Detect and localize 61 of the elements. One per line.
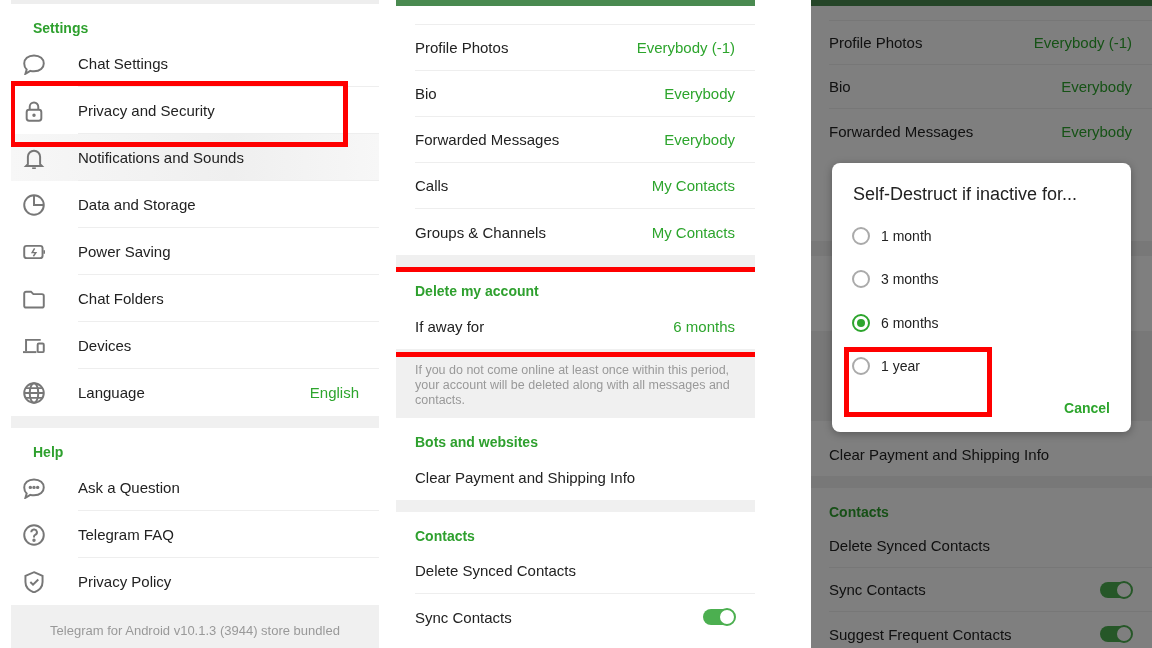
settings-row[interactable]: Clear Payment and Shipping Info: [396, 454, 755, 500]
settings-row[interactable]: Profile Photos Everybody (-1): [396, 25, 755, 71]
radio-button[interactable]: [852, 313, 870, 332]
settings-row[interactable]: Privacy Policy: [11, 558, 379, 605]
settings-row[interactable]: Chat Settings: [11, 40, 379, 87]
settings-row[interactable]: Bio Everybody: [811, 65, 1152, 109]
option-label[interactable]: 6 months: [881, 314, 939, 331]
setting-value: Everybody: [1061, 78, 1132, 95]
settings-row[interactable]: Devices: [11, 322, 379, 369]
dialog-title: Self-Destruct if inactive for...: [852, 183, 1079, 205]
setting-value: Everybody (-1): [636, 39, 735, 56]
settings-row[interactable]: Delete Synced Contacts: [396, 548, 755, 594]
setting-value: Everybody (-1): [1033, 34, 1132, 51]
radio-button[interactable]: [852, 226, 870, 245]
version-text: Telegram for Android v10.1.3 (3944) store bundled: [50, 623, 340, 638]
setting-value: English: [309, 384, 359, 401]
info-text: If you do not come online at least once within this period, your account will be deleted along with all messages and contacts.: [396, 349, 755, 418]
chat-dots-icon: [22, 476, 45, 499]
settings-row[interactable]: Delete Synced Contacts: [811, 524, 1152, 568]
settings-row[interactable]: Language English: [11, 369, 379, 416]
pie-chart-icon: [22, 193, 45, 216]
option-label[interactable]: 1 year: [881, 358, 920, 375]
settings-row[interactable]: Ask a Question: [11, 464, 379, 511]
section-header: Contacts: [828, 503, 890, 522]
globe-icon: [22, 381, 45, 404]
settings-row[interactable]: Data and Storage: [11, 181, 379, 228]
settings-row[interactable]: Power Saving: [11, 228, 379, 275]
settings-row[interactable]: Profile Photos Everybody (-1): [811, 21, 1152, 65]
settings-row[interactable]: Sync Contacts: [396, 594, 755, 640]
section-header: Bots and websites: [414, 433, 539, 452]
setting-value: Everybody: [664, 131, 735, 148]
settings-row[interactable]: Chat Folders: [11, 275, 379, 322]
section-header: Delete my account: [414, 282, 540, 301]
toggle-switch[interactable]: [1100, 581, 1132, 598]
toggle-switch[interactable]: [1100, 626, 1132, 642]
settings-row[interactable]: Bio Everybody: [396, 71, 755, 117]
settings-row[interactable]: Clear Payment and Shipping Info: [811, 432, 1152, 476]
option-label[interactable]: 3 months: [881, 271, 939, 288]
setting-value: My Contacts: [651, 223, 735, 241]
section-header: Help: [32, 443, 65, 462]
toggle-switch[interactable]: [703, 609, 735, 625]
setting-value: 6 months: [673, 317, 735, 335]
settings-row[interactable]: Forwarded Messages Everybody: [396, 117, 755, 163]
setting-value: Everybody: [664, 85, 735, 102]
option-label[interactable]: 1 month: [881, 227, 932, 244]
settings-row[interactable]: Calls My Contacts: [396, 163, 755, 209]
question-icon: [22, 523, 45, 546]
settings-row[interactable]: Sync Contacts: [811, 568, 1152, 612]
settings-row[interactable]: Suggest Frequent Contacts: [811, 612, 1152, 648]
chat-bubble-icon: [22, 52, 45, 75]
radio-button[interactable]: [852, 357, 870, 376]
setting-value: Everybody: [1061, 122, 1132, 140]
settings-row[interactable]: Groups & Channels My Contacts: [396, 209, 755, 255]
shield-check-icon: [22, 570, 45, 593]
radio-button[interactable]: [852, 270, 870, 289]
settings-row[interactable]: If away for 6 months: [396, 303, 755, 349]
settings-row[interactable]: Telegram FAQ: [11, 511, 379, 558]
section-header: Settings: [32, 19, 90, 38]
section-header: Contacts: [414, 527, 476, 546]
setting-value: My Contacts: [651, 177, 735, 194]
settings-row[interactable]: Forwarded Messages Everybody: [811, 109, 1152, 153]
